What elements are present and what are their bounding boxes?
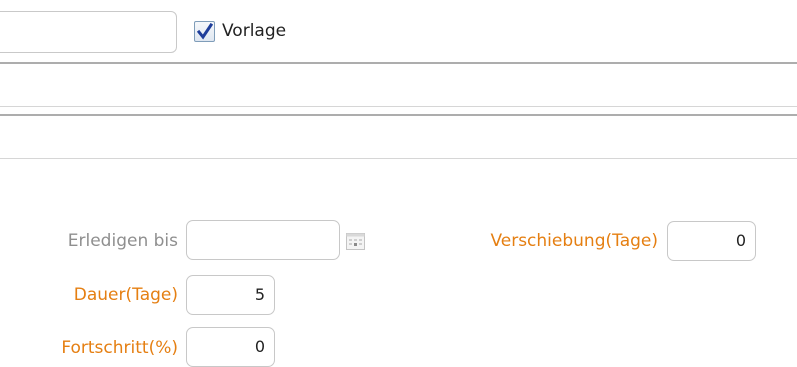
fortschritt-label: Fortschritt(%) — [61, 338, 178, 358]
checkmark-icon — [197, 23, 213, 40]
calendar-icon[interactable] — [346, 233, 365, 250]
divider — [0, 158, 797, 159]
erledigen-bis-input[interactable] — [186, 220, 340, 260]
dauer-label: Dauer(Tage) — [73, 285, 178, 305]
vorlage-checkbox[interactable] — [194, 21, 215, 42]
divider — [0, 62, 797, 64]
vorlage-label: Vorlage — [222, 21, 287, 41]
erledigen-bis-label: Erledigen bis — [67, 231, 178, 251]
top-text-field[interactable] — [0, 11, 177, 53]
dauer-input[interactable]: 5 — [186, 275, 275, 315]
verschiebung-input[interactable]: 0 — [667, 221, 756, 261]
fortschritt-input[interactable]: 0 — [186, 327, 275, 367]
divider — [0, 114, 797, 116]
verschiebung-label: Verschiebung(Tage) — [490, 231, 658, 251]
divider — [0, 106, 797, 107]
